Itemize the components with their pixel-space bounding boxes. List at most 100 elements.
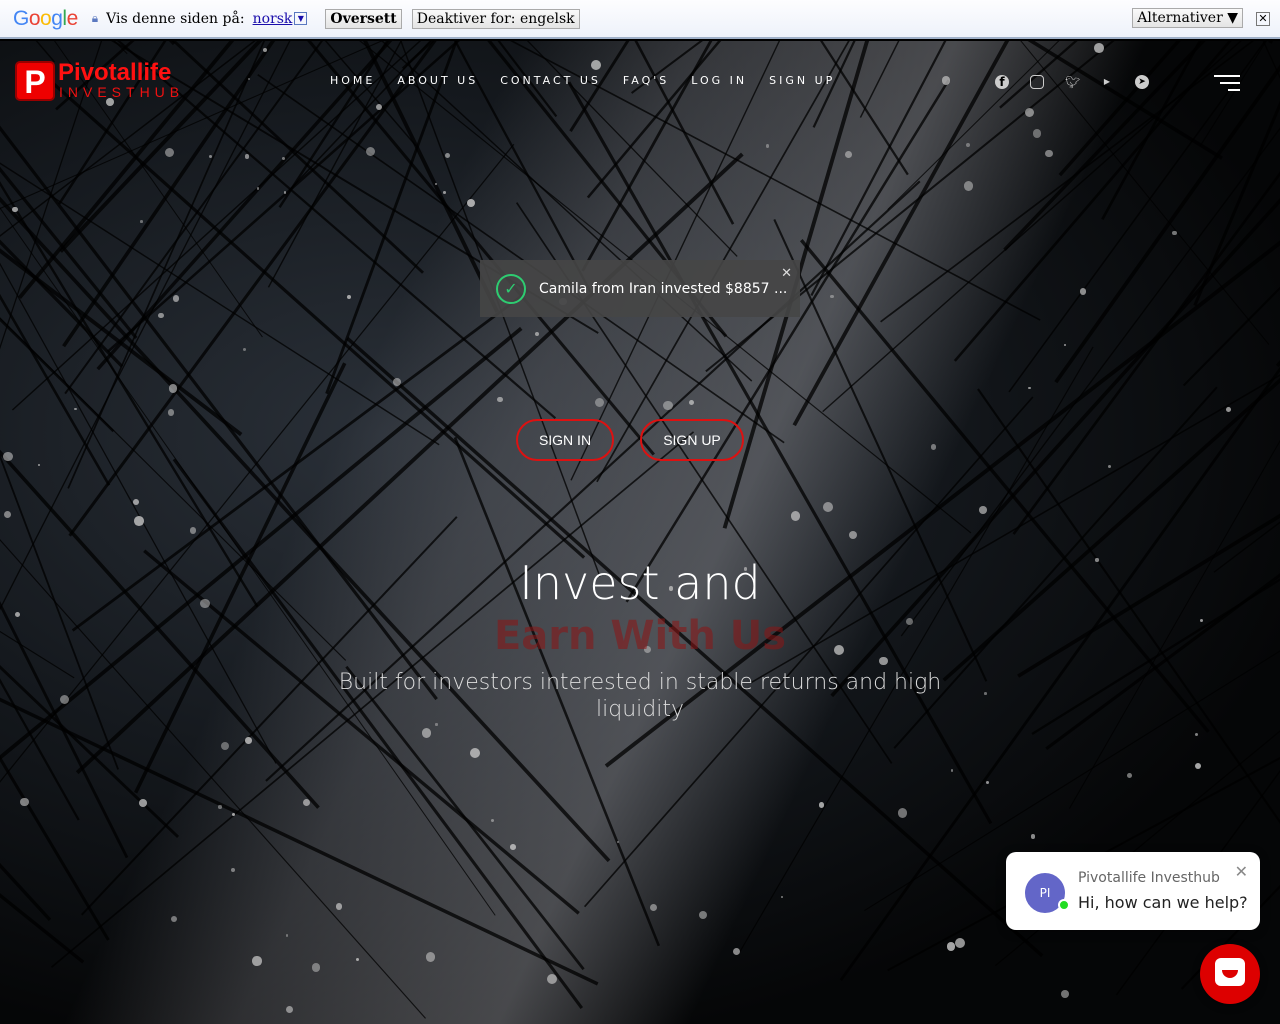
- particle: [3, 451, 13, 462]
- particle: [1032, 128, 1042, 138]
- nav-about-us[interactable]: ABOUT US: [397, 74, 478, 87]
- particle: [311, 963, 321, 972]
- particle: [392, 378, 401, 386]
- translate-prompt: Vis denne siden på:: [106, 10, 245, 27]
- telegram-icon[interactable]: ➤: [1135, 75, 1149, 89]
- particle: [688, 399, 694, 406]
- particle: [158, 312, 164, 318]
- particle: [930, 444, 937, 450]
- social-links: f 🐦︎ ▶ ➤: [995, 75, 1149, 89]
- sign-in-button[interactable]: SIGN IN: [516, 419, 614, 461]
- twitter-icon[interactable]: 🐦︎: [1065, 75, 1080, 89]
- particle: [509, 843, 516, 850]
- options-button[interactable]: Alternativer ▼: [1132, 8, 1243, 28]
- instagram-icon[interactable]: [1030, 75, 1044, 89]
- nav-contact-us[interactable]: CONTACT US: [500, 74, 601, 87]
- particle: [790, 511, 801, 522]
- nav-sign-up[interactable]: SIGN UP: [769, 74, 835, 87]
- particle: [984, 692, 988, 695]
- site-logo[interactable]: P Pivotallife INVESTHUB: [15, 61, 184, 101]
- disable-translation-button[interactable]: Deaktiver for: engelsk: [411, 8, 580, 29]
- particle: [281, 157, 285, 161]
- particle: [425, 951, 436, 962]
- toast-close-icon[interactable]: ✕: [781, 266, 792, 281]
- youtube-icon[interactable]: ▶: [1100, 75, 1114, 89]
- check-icon: ✓: [496, 273, 526, 304]
- particle: [231, 813, 235, 817]
- particle: [285, 934, 288, 937]
- toast-message: Camila from Iran invested $8857 ...: [539, 280, 788, 297]
- language-select[interactable]: norsk: [253, 11, 293, 27]
- logo-title: Pivotallife: [58, 59, 172, 86]
- particle: [649, 903, 658, 911]
- particle: [244, 153, 250, 159]
- particle: [221, 741, 230, 750]
- particle: [1093, 42, 1104, 53]
- particle: [138, 798, 147, 807]
- chat-greeting: Hi, how can we help?: [1078, 893, 1248, 912]
- particle: [941, 76, 950, 85]
- menu-icon[interactable]: [1214, 75, 1240, 96]
- particle: [375, 104, 382, 110]
- particle: [336, 903, 343, 910]
- particle: [421, 728, 432, 738]
- particle: [140, 220, 143, 223]
- particle: [435, 723, 438, 726]
- particle: [134, 515, 144, 526]
- particle: [950, 768, 954, 772]
- particle: [443, 190, 446, 194]
- particle: [133, 499, 140, 505]
- close-icon[interactable]: ✕: [1256, 12, 1270, 26]
- particle: [985, 780, 990, 785]
- nav-log-in[interactable]: LOG IN: [691, 74, 747, 87]
- particle: [490, 819, 494, 823]
- particle: [546, 973, 557, 984]
- particle: [1045, 149, 1053, 158]
- main-nav: HOME ABOUT US CONTACT US FAQ'S LOG IN SI…: [330, 74, 857, 87]
- hero-title: Invest and: [519, 556, 761, 610]
- particle: [218, 805, 222, 809]
- nav-faqs[interactable]: FAQ'S: [623, 74, 669, 87]
- particle: [955, 937, 966, 948]
- logo-mark: P: [15, 61, 55, 101]
- dropdown-arrow-icon[interactable]: ▼: [294, 12, 308, 25]
- particle: [189, 527, 197, 534]
- hero-subtitle: Built for investors interested in stable…: [338, 670, 942, 722]
- nav-home[interactable]: HOME: [330, 74, 375, 87]
- particle: [1030, 834, 1036, 839]
- logo-subtitle: INVESTHUB: [59, 84, 185, 100]
- translate-bar: Google 🔒︎ Vis denne siden på: norsk ▼ Ove…: [0, 0, 1280, 39]
- chat-popup[interactable]: PI Pivotallife Investhub Hi, how can we …: [1006, 852, 1260, 930]
- particle: [470, 747, 480, 758]
- chat-launcher-button[interactable]: [1200, 944, 1260, 1004]
- particle: [946, 942, 955, 951]
- particle: [1061, 989, 1070, 998]
- particle: [978, 506, 987, 514]
- particle: [898, 808, 908, 818]
- translate-button[interactable]: Oversett: [325, 8, 402, 29]
- particle: [252, 956, 262, 966]
- particle: [168, 384, 178, 393]
- chat-close-icon[interactable]: ✕: [1235, 862, 1248, 881]
- particle: [823, 501, 833, 512]
- online-status-icon: [1058, 899, 1070, 911]
- hero-title-accent: Earn With Us: [493, 613, 787, 659]
- particle: [818, 802, 825, 808]
- sign-up-button[interactable]: SIGN UP: [640, 419, 744, 461]
- particle: [1126, 772, 1132, 778]
- particle: [11, 206, 18, 213]
- particle: [732, 947, 740, 956]
- particle: [1079, 288, 1087, 295]
- chat-icon: [1215, 958, 1245, 986]
- particle: [20, 797, 29, 807]
- agent-name: Pivotallife Investhub: [1078, 870, 1220, 886]
- particle: [1225, 406, 1231, 412]
- particle: [1063, 343, 1067, 346]
- google-logo: Google: [13, 6, 78, 30]
- particle: [245, 736, 252, 744]
- facebook-icon[interactable]: f: [995, 75, 1009, 89]
- particle: [38, 463, 41, 466]
- investment-toast: ✓ Camila from Iran invested $8857 ... ✕: [480, 260, 800, 317]
- particle: [765, 144, 769, 148]
- particle: [845, 150, 852, 158]
